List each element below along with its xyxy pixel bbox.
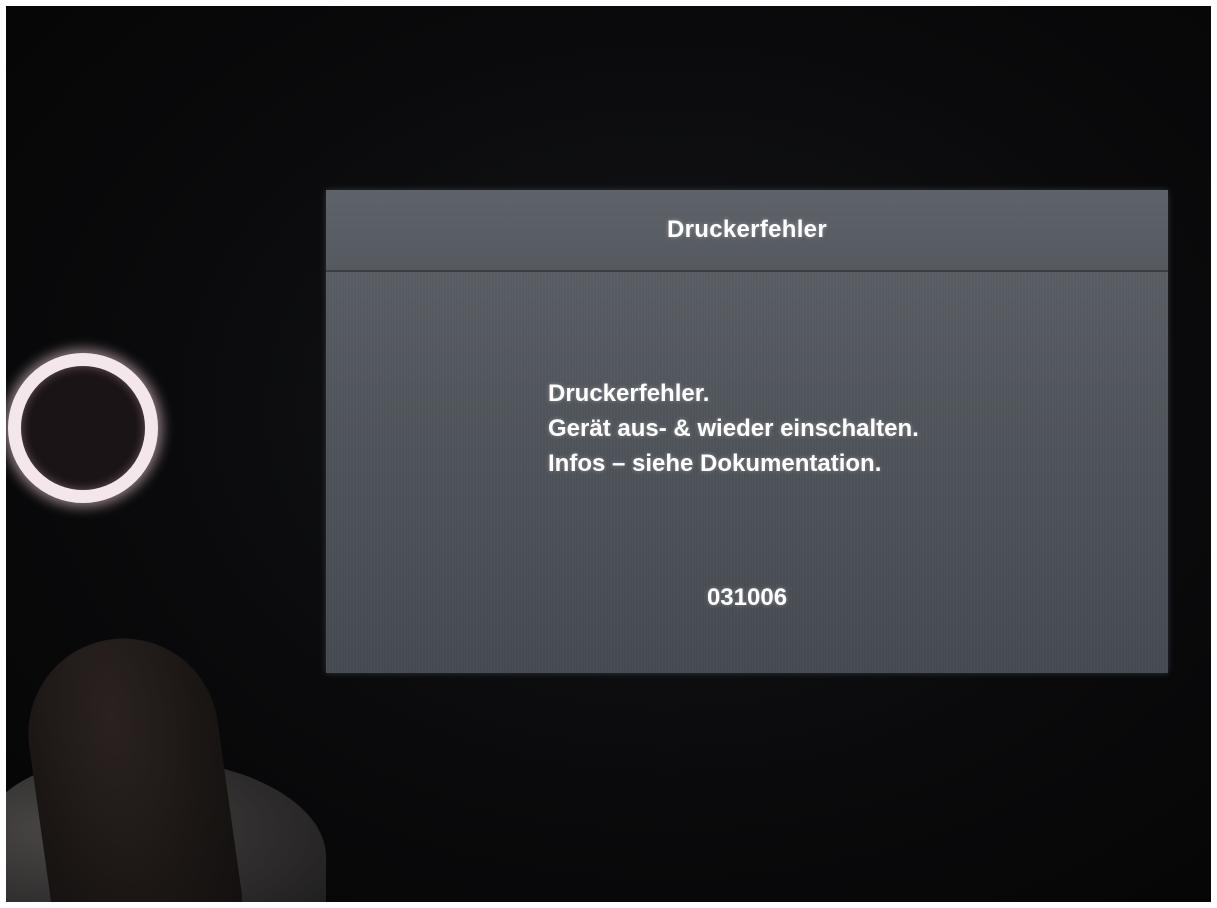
error-message-line: Infos – siehe Dokumentation. <box>548 450 882 477</box>
power-button[interactable] <box>8 353 158 503</box>
device-photo: Druckerfehler Druckerfehler. Gerät aus- … <box>6 6 1211 902</box>
error-message: Druckerfehler. Gerät aus- & wieder einsc… <box>548 376 1148 481</box>
screen-header: Druckerfehler <box>326 190 1168 272</box>
error-code: 031006 <box>706 584 788 611</box>
screen-title: Druckerfehler <box>667 216 827 243</box>
error-message-line: Druckerfehler. <box>548 380 710 407</box>
finger <box>16 626 246 902</box>
lcd-screen: Druckerfehler Druckerfehler. Gerät aus- … <box>326 190 1168 673</box>
error-message-line: Gerät aus- & wieder einschalten. <box>548 415 919 442</box>
